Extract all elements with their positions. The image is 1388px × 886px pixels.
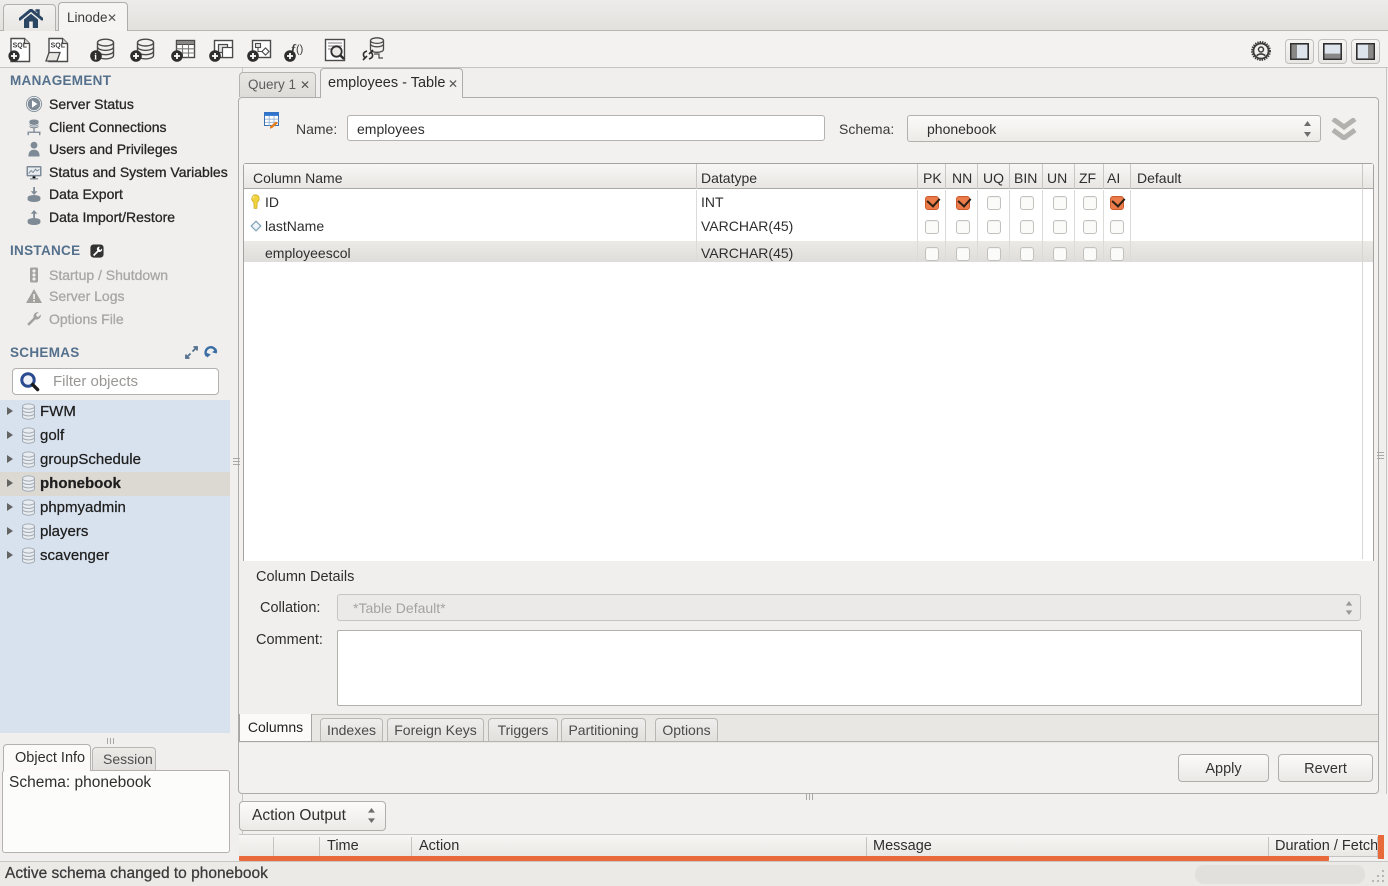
svg-text:(): () — [296, 43, 303, 55]
svg-text:SQL: SQL — [51, 43, 66, 50]
svg-text:SQL: SQL — [13, 43, 28, 50]
svg-text:i: i — [94, 53, 97, 63]
